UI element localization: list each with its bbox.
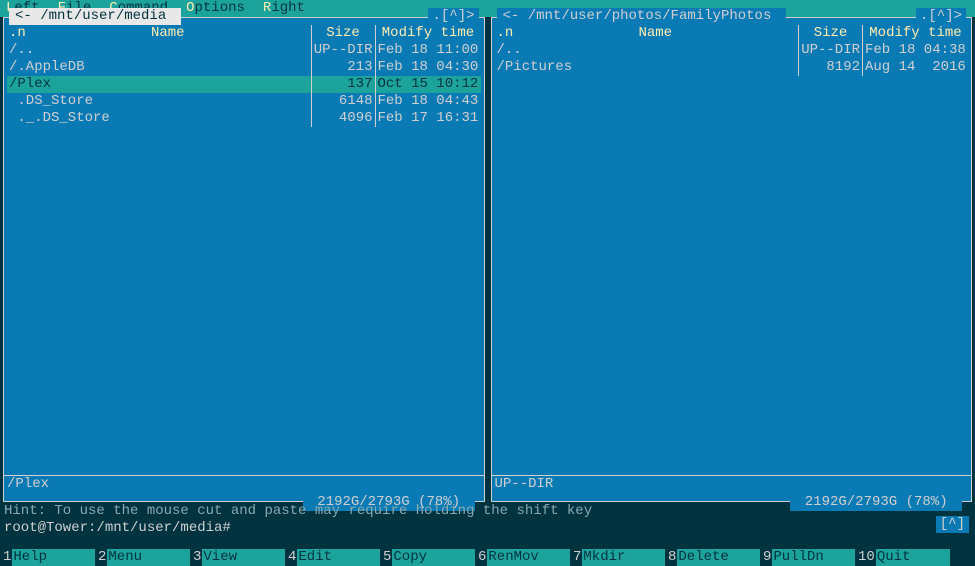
fkey-mkdir[interactable]: 7Mkdir [570,549,665,566]
fkey-quit[interactable]: 10Quit [855,549,950,566]
list-item[interactable]: /Plex137Oct 15 10:12 [7,76,481,93]
footer-area: Hint: To use the mouse cut and paste may… [0,502,975,537]
left-panel[interactable]: <- /mnt/user/media .[^]> .n Name Size Mo… [3,17,485,502]
hint-text: Hint: To use the mouse cut and paste may… [4,503,971,520]
column-headers: .n Name Size Modify time [495,25,969,42]
right-status: UP--DIR [495,476,554,493]
fkey-pulldn[interactable]: 9PullDn [760,549,855,566]
left-status: /Plex [7,476,49,493]
column-headers: .n Name Size Modify time [7,25,481,42]
fkey-copy[interactable]: 5Copy [380,549,475,566]
panel-control-icon[interactable]: .[^]> [428,8,478,25]
col-name[interactable]: Name [513,25,799,42]
chevron-left-icon: <- [503,8,520,24]
list-item[interactable]: /..UP--DIRFeb 18 04:38 [495,42,969,59]
col-name[interactable]: Name [25,25,311,42]
col-size[interactable]: Size [798,25,862,42]
list-item[interactable]: /..UP--DIRFeb 18 11:00 [7,42,481,59]
left-panel-path[interactable]: <- /mnt/user/media [9,8,181,25]
panels: <- /mnt/user/media .[^]> .n Name Size Mo… [0,17,975,502]
list-item[interactable]: .DS_Store6148Feb 18 04:43 [7,93,481,110]
fkey-help[interactable]: 1Help [0,549,95,566]
fkey-view[interactable]: 3View [190,549,285,566]
corner-control-icon[interactable]: [^] [936,516,969,533]
right-panel[interactable]: <- /mnt/user/photos/FamilyPhotos .[^]> .… [491,17,973,502]
col-n[interactable]: .n [495,25,513,42]
col-size[interactable]: Size [311,25,375,42]
list-item[interactable]: ._.DS_Store4096Feb 17 16:31 [7,110,481,127]
right-panel-path[interactable]: <- /mnt/user/photos/FamilyPhotos [497,8,786,25]
list-item[interactable]: /.AppleDB213Feb 18 04:30 [7,59,481,76]
fkey-renmov[interactable]: 6RenMov [475,549,570,566]
file-list: /..UP--DIRFeb 18 04:38/Pictures8192Aug 1… [495,42,969,494]
list-item[interactable]: /Pictures8192Aug 14 2016 [495,59,969,76]
fkey-menu[interactable]: 2Menu [95,549,190,566]
function-key-bar: 1Help2Menu3View4Edit5Copy6RenMov7Mkdir8D… [0,549,975,566]
col-mtime[interactable]: Modify time [862,25,968,42]
shell-prompt[interactable]: root@Tower:/mnt/user/media# [4,520,971,537]
col-mtime[interactable]: Modify time [375,25,481,42]
col-n[interactable]: .n [7,25,25,42]
file-list: /..UP--DIRFeb 18 11:00/.AppleDB213Feb 18… [7,42,481,494]
fkey-delete[interactable]: 8Delete [665,549,760,566]
fkey-edit[interactable]: 4Edit [285,549,380,566]
chevron-left-icon: <- [15,8,32,24]
panel-control-icon[interactable]: .[^]> [916,8,966,25]
